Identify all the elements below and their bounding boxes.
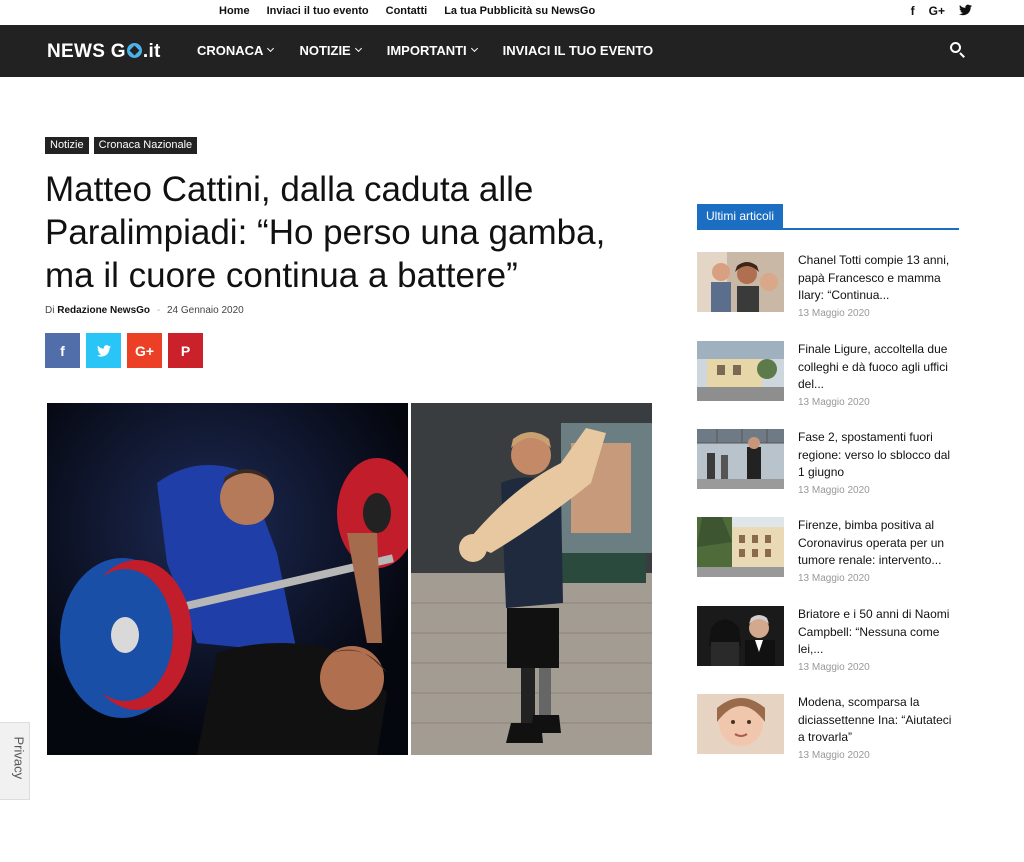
site-logo[interactable]: NEWS G .it	[47, 41, 161, 63]
sidebar-article-date: 13 Maggio 2020	[798, 397, 870, 408]
nav-item-label: INVIACI IL TUO EVENTO	[502, 43, 654, 58]
category-notizie[interactable]: Notizie	[45, 137, 89, 154]
sidebar-article-title[interactable]: Briatore e i 50 anni di Naomi Campbell: …	[798, 606, 960, 659]
sidebar-article-title[interactable]: Finale Ligure, accoltella due colleghi e…	[798, 341, 960, 394]
twitter-icon[interactable]	[959, 4, 972, 19]
prosthetic-leg-photo	[411, 403, 652, 755]
article-date: 24 Gennaio 2020	[166, 305, 244, 316]
logo-text: NEWS G	[47, 41, 126, 62]
chevron-down-icon	[470, 44, 478, 53]
nav-item-label: NOTIZIE	[299, 43, 351, 58]
top-menu-contacts[interactable]: Contatti	[386, 5, 428, 17]
top-menu-send-event[interactable]: Inviaci il tuo evento	[267, 5, 369, 17]
sidebar-article[interactable]: Chanel Totti compie 13 anni, papà France…	[697, 252, 962, 332]
article-thumbnail[interactable]	[697, 517, 784, 577]
nav-item-notizie[interactable]: NOTIZIE	[299, 43, 362, 58]
article-featured-image	[47, 403, 652, 755]
sidebar-article-date: 13 Maggio 2020	[798, 485, 870, 496]
twitter-share-button[interactable]	[86, 333, 121, 368]
article-author[interactable]: Redazione NewsGo	[57, 305, 150, 316]
sidebar-article-date: 13 Maggio 2020	[798, 750, 870, 761]
pinterest-share-button[interactable]: P	[168, 333, 203, 368]
chevron-down-icon	[267, 44, 275, 53]
facebook-icon[interactable]: f	[911, 4, 915, 19]
sidebar-article-title[interactable]: Modena, scomparsa la diciassettenne Ina:…	[798, 694, 960, 747]
sidebar-article[interactable]: Finale Ligure, accoltella due colleghi e…	[697, 341, 962, 421]
sidebar-heading-label: Ultimi articoli	[697, 204, 784, 228]
sidebar-article[interactable]: Firenze, bimba positiva al Coronavirus o…	[697, 517, 962, 597]
byline-prefix: Di	[45, 305, 55, 316]
article-thumbnail[interactable]	[697, 429, 784, 489]
sidebar-article-title[interactable]: Fase 2, spostamenti fuori regione: verso…	[798, 429, 960, 482]
sidebar-article-date: 13 Maggio 2020	[798, 573, 870, 584]
article-thumbnail[interactable]	[697, 606, 784, 666]
privacy-label: Privacy	[11, 736, 27, 780]
logo-play-icon	[126, 43, 142, 58]
meta-separator: -	[156, 305, 161, 316]
top-bar: Home Inviaci il tuo evento Contatti La t…	[0, 0, 1024, 25]
sidebar-article-title[interactable]: Chanel Totti compie 13 anni, papà France…	[798, 252, 960, 305]
nav-item-label: CRONACA	[197, 43, 264, 58]
twitter-icon	[96, 344, 111, 357]
top-menu-home[interactable]: Home	[219, 5, 250, 17]
logo-suffix: .it	[142, 41, 161, 62]
sidebar-article[interactable]: Fase 2, spostamenti fuori regione: verso…	[697, 429, 962, 509]
article-thumbnail[interactable]	[697, 694, 784, 754]
search-icon[interactable]	[950, 42, 966, 58]
nav-menu: CRONACA NOTIZIE IMPORTANTI INVIACI IL TU…	[197, 43, 653, 58]
facebook-share-button[interactable]: f	[45, 333, 80, 368]
top-menu-advertising[interactable]: La tua Pubblicità su NewsGo	[444, 5, 595, 17]
article-title: Matteo Cattini, dalla caduta alle Parali…	[45, 170, 606, 295]
privacy-tab[interactable]: Privacy	[0, 722, 30, 800]
category-cronaca-nazionale[interactable]: Cronaca Nazionale	[93, 137, 198, 154]
chevron-down-icon	[354, 44, 362, 53]
nav-item-send-event[interactable]: INVIACI IL TUO EVENTO	[503, 43, 653, 58]
top-social: f G+	[911, 4, 972, 19]
sidebar-heading: Ultimi articoli	[697, 204, 959, 230]
google-plus-share-button[interactable]: G+	[127, 333, 162, 368]
main-navbar: NEWS G .it CRONACA NOTIZIE IMPORTANTI INV…	[0, 25, 1024, 77]
sidebar-article-date: 13 Maggio 2020	[798, 308, 870, 319]
google-plus-icon[interactable]: G+	[929, 4, 945, 19]
sidebar-article[interactable]: Briatore e i 50 anni di Naomi Campbell: …	[697, 606, 962, 686]
nav-item-label: IMPORTANTI	[386, 43, 467, 58]
weightlifting-photo	[47, 403, 408, 755]
nav-item-cronaca[interactable]: CRONACA	[197, 43, 275, 58]
sidebar-article-date: 13 Maggio 2020	[798, 662, 870, 673]
article-thumbnail[interactable]	[697, 252, 784, 312]
sidebar-article[interactable]: Modena, scomparsa la diciassettenne Ina:…	[697, 694, 962, 774]
article-meta: Di Redazione NewsGo - 24 Gennaio 2020	[45, 305, 244, 316]
top-menu: Home Inviaci il tuo evento Contatti La t…	[219, 5, 595, 17]
share-buttons: f G+ P	[45, 333, 203, 368]
article-thumbnail[interactable]	[697, 341, 784, 401]
sidebar-article-title[interactable]: Firenze, bimba positiva al Coronavirus o…	[798, 517, 960, 570]
category-tags: Notizie Cronaca Nazionale	[45, 137, 198, 154]
nav-item-importanti[interactable]: IMPORTANTI	[386, 43, 478, 58]
